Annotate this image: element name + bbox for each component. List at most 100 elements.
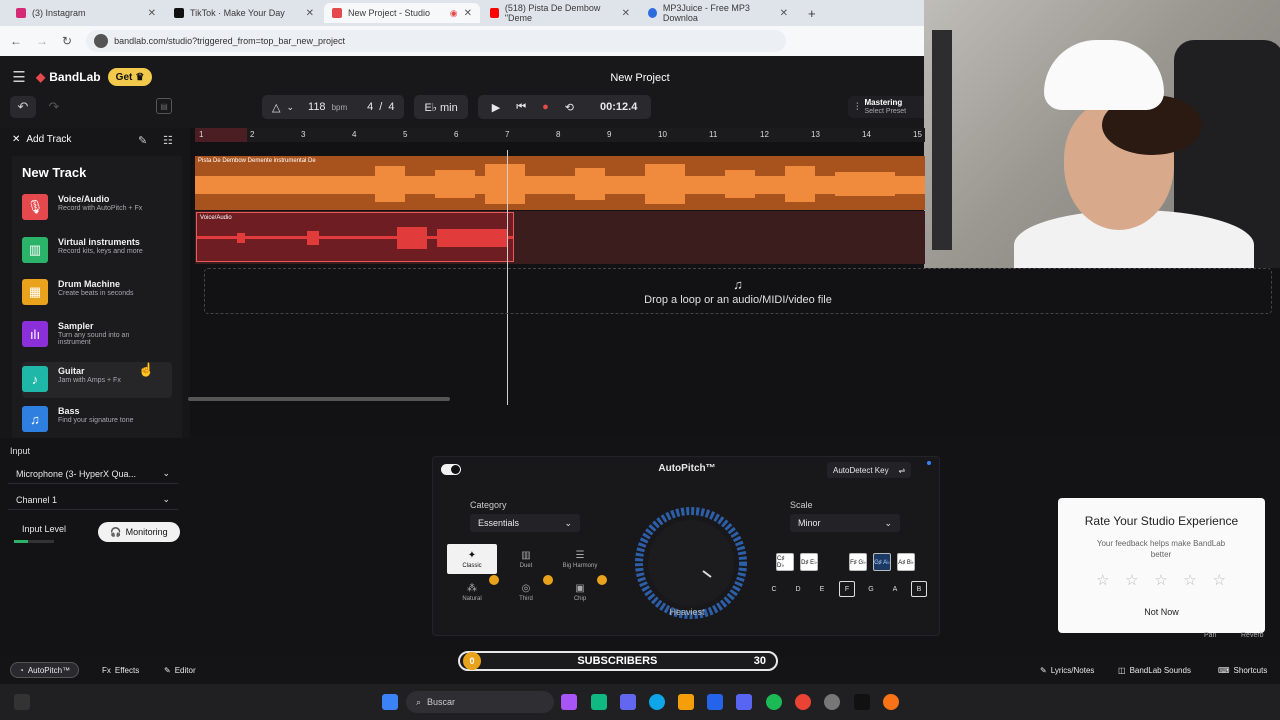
input-device-select[interactable]: Microphone (3- HyperX Qua... ⌄ bbox=[8, 464, 178, 484]
skip-back-icon[interactable]: ⏮ bbox=[516, 101, 526, 114]
reload-icon[interactable]: ↻ bbox=[62, 34, 72, 48]
redo-icon[interactable]: ↷ bbox=[44, 96, 64, 118]
back-icon[interactable]: ← bbox=[10, 34, 22, 48]
close-icon[interactable]: ✕ bbox=[306, 8, 314, 19]
drop-zone[interactable]: ♫ Drop a loop or an audio/MIDI/video fil… bbox=[204, 268, 1272, 314]
new-track-virtual-instruments[interactable]: ▥ Virtual instruments Record kits, keys a… bbox=[22, 237, 172, 271]
file-explorer-icon[interactable] bbox=[678, 694, 694, 710]
taskbar-search[interactable]: ⌕ Buscar bbox=[406, 691, 554, 713]
star-icon[interactable]: ☆ bbox=[1213, 571, 1226, 589]
category-select[interactable]: Essentials ⌄ bbox=[470, 514, 580, 532]
effects-tab[interactable]: Fx Effects bbox=[94, 662, 147, 678]
shortcuts-button[interactable]: ⌨ Shortcuts bbox=[1210, 662, 1275, 678]
app-icon[interactable] bbox=[824, 694, 840, 710]
autopitch-tab[interactable]: ◔ AutoPitch™ bbox=[10, 662, 80, 678]
add-track-button[interactable]: ✕ Add Track bbox=[12, 134, 71, 145]
edge-icon[interactable] bbox=[649, 694, 665, 710]
monitoring-button[interactable]: 🎧 Monitoring bbox=[98, 522, 180, 542]
forward-icon[interactable]: → bbox=[36, 34, 48, 48]
sliders-icon[interactable]: ☷ bbox=[163, 134, 173, 147]
key-f[interactable]: F bbox=[839, 581, 855, 597]
site-info-icon[interactable] bbox=[94, 34, 109, 48]
not-now-button[interactable]: Not Now bbox=[1058, 607, 1265, 617]
browser-tab-studio[interactable]: New Project - Studio ◉ ✕ bbox=[324, 3, 480, 23]
teams-icon[interactable] bbox=[620, 694, 636, 710]
star-icon[interactable]: ☆ bbox=[1096, 571, 1109, 589]
app-icon[interactable] bbox=[883, 694, 899, 710]
star-icon[interactable]: ☆ bbox=[1183, 571, 1196, 589]
bandlab-logo[interactable]: ◆ BandLab bbox=[36, 68, 101, 86]
metronome-icon[interactable]: △ bbox=[272, 101, 280, 114]
track-beat-clip[interactable]: Pista De Dembow Demente instrumental De bbox=[195, 156, 925, 210]
time-signature-bottom[interactable]: 4 bbox=[388, 101, 394, 113]
browser-tab-mp3juice[interactable]: MP3Juice - Free MP3 Downloa ✕ bbox=[640, 3, 796, 23]
save-icon[interactable]: ▤ bbox=[156, 98, 172, 114]
play-icon[interactable]: ▶ bbox=[492, 101, 500, 114]
new-track-sampler[interactable]: ılı Sampler Turn any sound into an instru… bbox=[22, 321, 172, 359]
key-a[interactable]: A bbox=[887, 581, 903, 597]
new-track-drum-machine[interactable]: ▦ Drum Machine Create beats in seconds bbox=[22, 279, 172, 313]
browser-tab-instagram[interactable]: (3) Instagram ✕ bbox=[8, 3, 164, 23]
mode-classic[interactable]: ✦ Classic bbox=[447, 544, 497, 574]
horizontal-scrollbar[interactable] bbox=[188, 397, 450, 401]
close-icon[interactable]: ✕ bbox=[148, 8, 156, 19]
mode-big-harmony[interactable]: ☰ Big Harmony bbox=[555, 544, 605, 574]
key-c[interactable]: C bbox=[766, 581, 782, 597]
browser-tab-youtube[interactable]: (518) Pista De Dembow "Deme ✕ bbox=[482, 3, 638, 23]
close-icon[interactable]: ✕ bbox=[464, 8, 472, 19]
app-icon[interactable] bbox=[591, 694, 607, 710]
browser-tab-bar: (3) Instagram ✕ TikTok · Make Your Day ✕… bbox=[0, 0, 924, 26]
scale-select[interactable]: Minor ⌄ bbox=[790, 514, 900, 532]
new-track-bass[interactable]: ♫ Bass Find your signature tone bbox=[22, 406, 172, 440]
key-g[interactable]: G bbox=[863, 581, 879, 597]
key-d[interactable]: D bbox=[790, 581, 806, 597]
pen-icon[interactable]: ✎ bbox=[138, 134, 147, 147]
key-chip[interactable]: D♯ E♭ bbox=[800, 553, 818, 571]
copilot-icon[interactable] bbox=[561, 694, 577, 710]
key-e[interactable]: E bbox=[814, 581, 830, 597]
key-chip[interactable]: G♯ A♭ bbox=[873, 553, 891, 571]
key-chip[interactable]: F♯ G♭ bbox=[849, 553, 867, 571]
close-icon[interactable]: ✕ bbox=[780, 8, 788, 19]
tiktok-icon[interactable] bbox=[854, 694, 870, 710]
pitch-amount-dial[interactable] bbox=[633, 505, 749, 621]
editor-tab[interactable]: ✎ Editor bbox=[156, 662, 204, 678]
undo-icon[interactable]: ↶ bbox=[10, 96, 36, 118]
url-field[interactable]: bandlab.com/studio?triggered_from=top_ba… bbox=[86, 30, 787, 52]
key-chip[interactable]: C♯ D♭ bbox=[776, 553, 794, 571]
windows-start-icon[interactable] bbox=[382, 694, 398, 710]
voice-audio-clip[interactable]: Voice/Audio bbox=[196, 212, 514, 262]
new-tab-button[interactable]: + bbox=[800, 3, 824, 23]
mode-duet[interactable]: ▥ Duet bbox=[501, 544, 551, 574]
bandlab-sounds-button[interactable]: ◫ BandLab Sounds bbox=[1110, 662, 1199, 678]
star-icon[interactable]: ☆ bbox=[1125, 571, 1138, 589]
chrome-icon[interactable] bbox=[795, 694, 811, 710]
mastering-button[interactable]: ⫶ Mastering Select Preset bbox=[848, 96, 924, 118]
key-chip[interactable]: A♯ B♭ bbox=[897, 553, 915, 571]
tempo-control[interactable]: △ ⌄ 118 bpm 4 / 4 bbox=[262, 95, 405, 119]
search-icon: ⌕ bbox=[416, 696, 422, 707]
loop-icon[interactable]: ⟲ bbox=[565, 101, 574, 114]
close-icon[interactable]: ✕ bbox=[622, 8, 630, 19]
chevron-down-icon[interactable]: ⌄ bbox=[286, 102, 294, 113]
key-b[interactable]: B bbox=[911, 581, 927, 597]
new-track-voice-audio[interactable]: 🎙 Voice/Audio Record with AutoPitch + Fx bbox=[22, 194, 172, 228]
menu-icon[interactable]: ☰ bbox=[10, 68, 28, 86]
record-icon[interactable]: ● bbox=[542, 101, 549, 113]
bpm-value[interactable]: 118 bbox=[308, 101, 326, 113]
key-selector[interactable]: E♭ min bbox=[414, 95, 468, 119]
close-icon[interactable]: ✕ bbox=[12, 134, 20, 145]
star-icon[interactable]: ☆ bbox=[1154, 571, 1167, 589]
autodetect-key-button[interactable]: AutoDetect Key ⇌ bbox=[827, 462, 912, 478]
discord-icon[interactable] bbox=[736, 694, 752, 710]
outlook-icon[interactable] bbox=[707, 694, 723, 710]
get-button[interactable]: Get ♛ bbox=[108, 68, 152, 86]
channel-select[interactable]: Channel 1 ⌄ bbox=[8, 490, 178, 510]
browser-tab-tiktok[interactable]: TikTok · Make Your Day ✕ bbox=[166, 3, 322, 23]
taskbar-app-icon[interactable] bbox=[14, 694, 30, 710]
spotify-icon[interactable] bbox=[766, 694, 782, 710]
lyrics-notes-button[interactable]: ✎ Lyrics/Notes bbox=[1032, 662, 1102, 678]
time-signature-top[interactable]: 4 bbox=[367, 101, 373, 113]
star-rating[interactable]: ☆ ☆ ☆ ☆ ☆ bbox=[1096, 571, 1226, 589]
timeline-ruler[interactable]: 1 2 3 4 5 6 7 8 9 10 11 12 13 14 15 bbox=[195, 128, 925, 142]
